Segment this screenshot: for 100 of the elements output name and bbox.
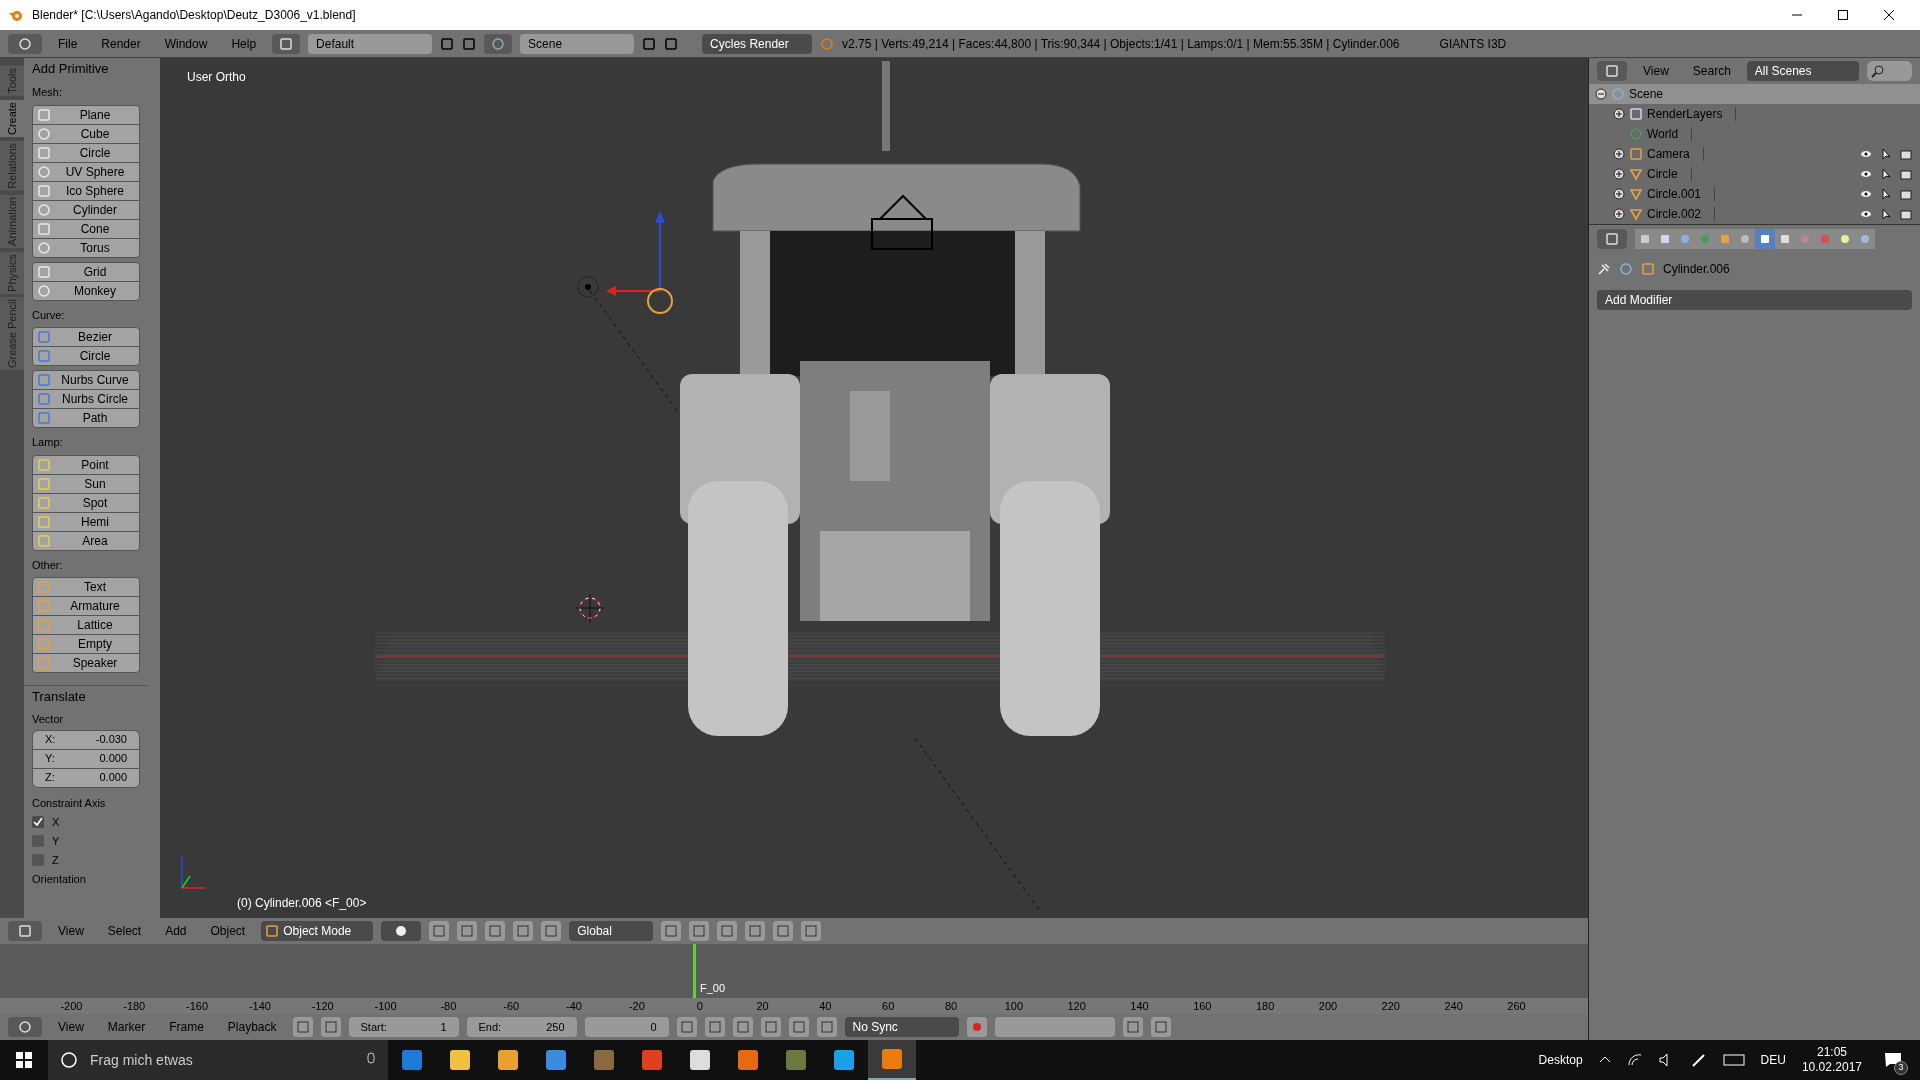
add-primitive-button[interactable]: Lattice bbox=[32, 615, 140, 635]
outliner-item-name: Scene bbox=[1629, 86, 1664, 103]
ruler-tick-label: 20 bbox=[755, 998, 770, 1014]
start-frame-field[interactable]: Start: 1 bbox=[348, 1017, 459, 1037]
number-field[interactable]: Z: 0.000 bbox=[32, 767, 140, 788]
checkbox-label: X bbox=[52, 814, 60, 830]
notification-button[interactable]: 3 bbox=[1878, 1045, 1908, 1075]
ruler-tick-label: 200 bbox=[1317, 998, 1339, 1014]
sync-dropdown[interactable]: No Sync bbox=[844, 1017, 959, 1037]
outliner-item-name: RenderLayers bbox=[1647, 106, 1723, 123]
menu-item[interactable]: Marker bbox=[99, 1018, 154, 1036]
clock[interactable]: 21:05 10.02.2017 bbox=[1801, 1045, 1862, 1075]
add-primitive-button[interactable]: Cube bbox=[32, 123, 140, 144]
add-primitive-button[interactable]: Path bbox=[32, 408, 140, 428]
outliner-item-name: Circle bbox=[1647, 166, 1678, 183]
add-primitive-button[interactable]: Area bbox=[32, 530, 140, 551]
menu-item[interactable]: Frame bbox=[161, 1018, 212, 1036]
add-primitive-button[interactable]: Armature bbox=[32, 596, 140, 616]
menu-item[interactable]: Window bbox=[156, 34, 216, 53]
menu-item[interactable]: Object bbox=[202, 922, 254, 940]
outliner-row[interactable]: Circle.001 bbox=[1589, 184, 1920, 204]
add-primitive-button[interactable]: Bezier bbox=[32, 327, 140, 347]
object-status: (0) Cylinder.006 <F_00> bbox=[237, 895, 367, 912]
display-mode-dropdown[interactable]: All Scenes bbox=[1746, 61, 1859, 81]
add-primitive-button[interactable]: Circle bbox=[32, 142, 140, 163]
outliner-item-name: Circle.001 bbox=[1647, 186, 1702, 203]
3d-viewport[interactable]: User Ortho (0) Cylinder.006 <F_00> bbox=[160, 58, 1588, 918]
menu-item[interactable]: File bbox=[50, 34, 86, 53]
menu-item[interactable]: View bbox=[50, 1018, 92, 1036]
ruler-tick-label: 180 bbox=[1254, 998, 1276, 1014]
add-primitive-button[interactable]: Nurbs Circle bbox=[32, 389, 140, 409]
menu-item[interactable]: Help bbox=[223, 34, 265, 53]
ruler-tick-label: 220 bbox=[1380, 998, 1401, 1014]
outliner-row[interactable]: Circle bbox=[1589, 164, 1920, 184]
ruler-tick-label: 80 bbox=[943, 998, 959, 1014]
desktop-toolbar-label[interactable]: Desktop bbox=[1538, 1051, 1583, 1069]
end-frame-field[interactable]: End: 250 bbox=[466, 1017, 577, 1037]
search-box[interactable]: Frag mich etwas bbox=[48, 1040, 388, 1080]
add-primitive-button[interactable]: Hemi bbox=[32, 511, 140, 532]
panel-header[interactable]: Add Primitive bbox=[24, 58, 148, 80]
orientation-dropdown[interactable]: Global bbox=[569, 921, 654, 941]
add-primitive-button[interactable]: Empty bbox=[32, 634, 140, 654]
current-frame-field[interactable]: 0 bbox=[584, 1017, 669, 1037]
ruler-tick-label: -140 bbox=[247, 998, 272, 1014]
add-primitive-button[interactable]: Ico Sphere bbox=[32, 180, 140, 201]
outliner-row[interactable]: World bbox=[1589, 124, 1920, 144]
add-primitive-button[interactable]: Monkey bbox=[32, 280, 140, 301]
ruler-tick-label: 160 bbox=[1192, 998, 1213, 1014]
menu-item[interactable]: Playback bbox=[219, 1018, 285, 1036]
add-primitive-button[interactable]: Grid bbox=[32, 261, 140, 282]
menu-item[interactable]: View bbox=[50, 922, 92, 940]
search-input[interactable]: Frag mich etwas bbox=[90, 1049, 354, 1071]
checkbox-label: Y bbox=[52, 833, 60, 849]
outliner-row[interactable]: Scene bbox=[1589, 84, 1920, 104]
add-primitive-button[interactable]: Nurbs Curve bbox=[32, 370, 140, 390]
mode-dropdown[interactable]: Object Mode bbox=[261, 921, 374, 941]
ruler-tick-label: -200 bbox=[59, 998, 84, 1014]
add-primitive-button[interactable]: Cone bbox=[32, 218, 140, 239]
ruler-tick-label: -100 bbox=[373, 998, 398, 1014]
number-field[interactable]: Y: 0.000 bbox=[32, 748, 140, 769]
add-primitive-button[interactable]: Circle bbox=[32, 346, 140, 366]
ruler-tick-label: 140 bbox=[1129, 998, 1150, 1014]
outliner-row[interactable]: Circle.002 bbox=[1589, 204, 1920, 224]
add-primitive-button[interactable]: Torus bbox=[32, 237, 140, 258]
notification-badge: 3 bbox=[1894, 1061, 1908, 1075]
add-primitive-button[interactable]: Point bbox=[32, 454, 140, 475]
add-primitive-button[interactable]: UV Sphere bbox=[32, 161, 140, 182]
ruler-tick-label: 120 bbox=[1066, 998, 1087, 1014]
outliner-row[interactable]: Camera bbox=[1589, 144, 1920, 164]
checkbox-label: Z bbox=[52, 852, 59, 868]
tool-tab[interactable]: Create bbox=[0, 99, 24, 137]
menu-item[interactable]: Search bbox=[1684, 62, 1739, 80]
number-field[interactable]: X: -0.030 bbox=[32, 729, 140, 750]
add-primitive-button[interactable]: Cylinder bbox=[32, 199, 140, 220]
language-indicator[interactable]: DEU bbox=[1760, 1051, 1786, 1069]
scene-field[interactable]: Scene bbox=[520, 33, 635, 54]
outliner-row[interactable]: RenderLayers bbox=[1589, 104, 1920, 124]
add-primitive-button[interactable]: Sun bbox=[32, 473, 140, 494]
menu-item[interactable]: Add bbox=[157, 922, 195, 940]
outliner-item-name: Circle.002 bbox=[1647, 206, 1702, 223]
addon-label: GIANTS I3D bbox=[1439, 35, 1507, 53]
menu-item[interactable]: Render bbox=[93, 34, 149, 53]
timeline[interactable]: F_00 -200 -180 -160 -140 -120 -100 -80 -60 -40 -20 0 20 40 60 80 100 120 140 160 180 200 220 240 260 bbox=[0, 944, 1588, 1014]
panel-header[interactable]: Translate bbox=[24, 685, 148, 707]
outliner-item-name: World bbox=[1647, 126, 1679, 143]
section-label: Orientation bbox=[32, 872, 87, 887]
section-label: Vector bbox=[32, 712, 65, 727]
add-modifier-dropdown[interactable]: Add Modifier bbox=[1597, 290, 1912, 310]
ruler-tick-label: -60 bbox=[502, 998, 521, 1014]
menu-item[interactable]: Select bbox=[99, 922, 150, 940]
add-primitive-button[interactable]: Plane bbox=[32, 104, 140, 125]
ruler-tick-label: 260 bbox=[1506, 998, 1527, 1014]
layout-field[interactable]: Default bbox=[308, 33, 433, 54]
add-primitive-button[interactable]: Text bbox=[32, 577, 140, 597]
outliner-item-name: Camera bbox=[1647, 146, 1690, 163]
render-engine-dropdown[interactable]: Cycles Render bbox=[702, 33, 813, 54]
ruler-tick-label: 240 bbox=[1443, 998, 1464, 1014]
add-primitive-button[interactable]: Spot bbox=[32, 492, 140, 513]
add-primitive-button[interactable]: Speaker bbox=[32, 653, 140, 673]
menu-item[interactable]: View bbox=[1635, 62, 1677, 80]
